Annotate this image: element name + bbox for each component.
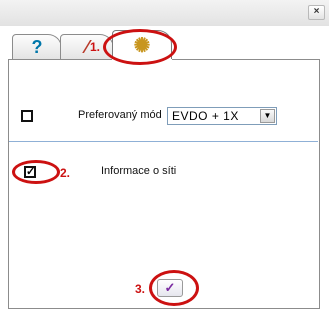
preferred-mode-label: Preferovaný mód <box>78 109 162 121</box>
close-icon: × <box>313 6 320 17</box>
preferred-mode-checkbox[interactable] <box>21 110 33 122</box>
annotation-step-1: 1. <box>90 40 101 54</box>
help-icon: ? <box>31 37 43 57</box>
network-info-label: Informace o síti <box>101 165 177 177</box>
preferred-mode-value: EVDO + 1X <box>172 109 239 123</box>
close-button[interactable]: × <box>308 5 325 20</box>
chevron-down-icon[interactable]: ▼ <box>260 109 275 123</box>
tab-divider-right <box>172 59 320 60</box>
tab-divider-left <box>8 59 112 60</box>
dialog-window: × ? ⁄ ✺ Preferovaný mód EVDO + 1X ▼ ✓ In… <box>0 0 329 318</box>
preferred-mode-select[interactable]: EVDO + 1X ▼ <box>167 107 277 125</box>
annotation-ring-ok <box>149 270 199 306</box>
separator-line <box>9 141 318 142</box>
title-bar: × <box>0 0 329 26</box>
annotation-ring-tab <box>103 29 177 65</box>
annotation-ring-checkbox <box>12 160 60 184</box>
annotation-step-3: 3. <box>135 282 146 296</box>
annotation-step-2: 2. <box>60 166 71 180</box>
tab-help[interactable]: ? <box>12 34 62 59</box>
